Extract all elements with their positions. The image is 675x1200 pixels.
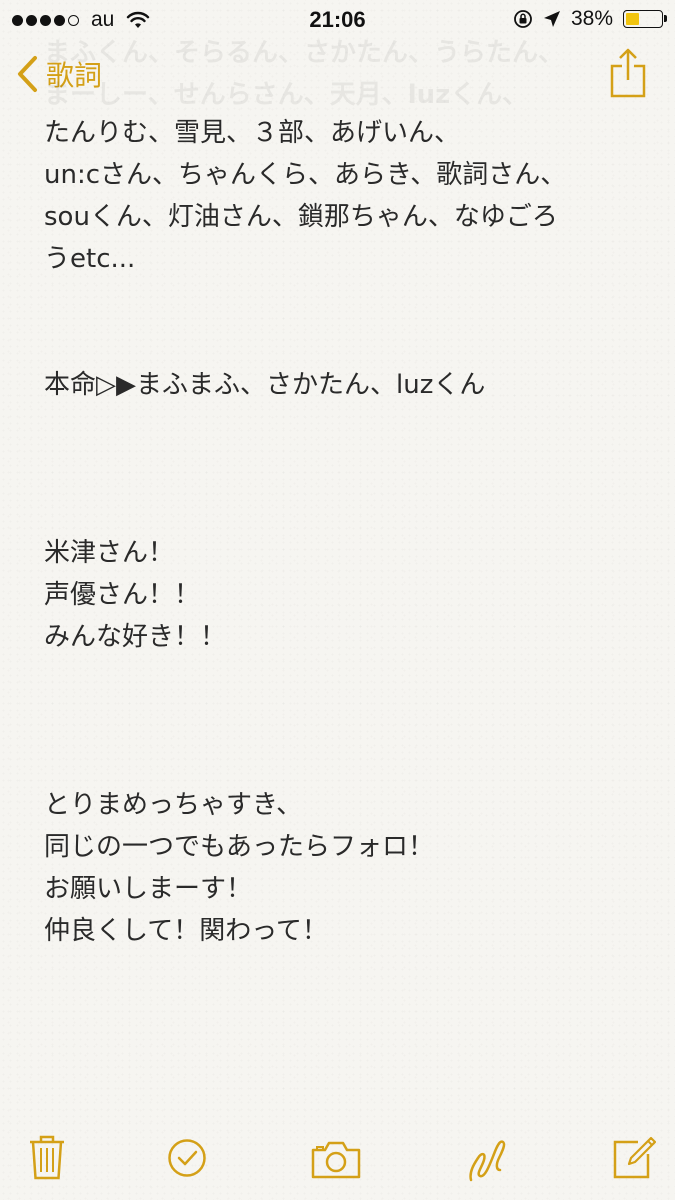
note-line: 同じの一つでもあったらフォロ！ [44,832,435,862]
compose-icon [613,1136,657,1179]
chevron-left-icon [18,56,37,92]
note-line: 声優さん！！ [44,580,201,610]
blank-lines [44,406,644,532]
note-line: うetc... [44,244,136,274]
checklist-button[interactable] [167,1138,207,1182]
note-line: とりまめっちゃすき、 [44,790,303,820]
sketch-icon [469,1140,506,1182]
note-line: un:cさん、ちゃんくら、あらき、歌詞さん、 [44,160,567,190]
blank-lines [44,658,644,784]
note-line: 米津さん！ [44,538,175,568]
bottom-toolbar [0,1120,675,1200]
battery-icon [623,10,667,28]
back-button-label: 歌詞 [46,59,103,92]
checklist-icon [168,1139,206,1177]
orientation-lock-icon [514,10,532,28]
location-arrow-icon [543,11,560,27]
compose-button[interactable] [612,1134,657,1184]
note-line: 仲良くして！関わって！ [44,916,328,946]
status-right: 38% [513,7,667,31]
battery-fill [626,13,639,25]
status-bar: au 21:06 38% [0,0,675,40]
note-body[interactable]: たんりむ、雪見、３部、あげいん、 un:cさん、ちゃんくら、あらき、歌詞さん、 … [44,112,644,952]
blank-lines [44,280,644,364]
note-line: お願いしまーす！ [44,874,253,904]
share-icon [610,48,646,98]
nav-bar: 歌詞 [0,44,675,114]
share-button[interactable] [609,48,647,102]
trash-icon [30,1135,64,1180]
back-button[interactable]: 歌詞 [16,54,102,94]
note-line: 本命▷▶まふまふ、さかたん、luzくん [44,370,486,400]
camera-button[interactable] [310,1140,362,1184]
delete-button[interactable] [28,1134,66,1184]
note-line: souくん、灯油さん、鎖那ちゃん、なゆごろ [44,202,558,232]
battery-percent: 38% [570,7,613,30]
camera-icon [311,1141,361,1179]
sketch-button[interactable] [466,1134,512,1188]
note-line: たんりむ、雪見、３部、あげいん、 [44,118,461,148]
note-line: みんな好き！！ [44,622,227,652]
